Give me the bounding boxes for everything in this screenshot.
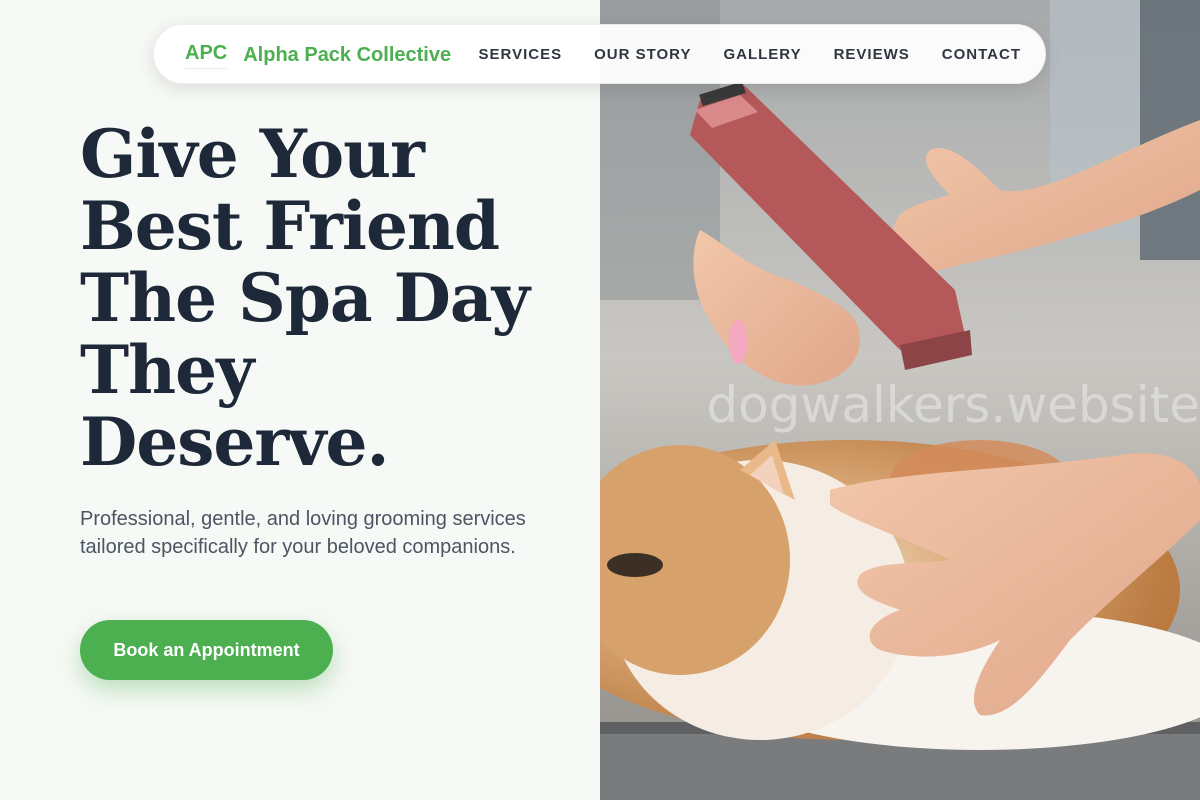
hero-image: dogwalkers.website — [600, 0, 1200, 800]
nav-link-services[interactable]: SERVICES — [479, 46, 563, 63]
nav-link-contact[interactable]: CONTACT — [942, 46, 1021, 63]
book-appointment-button[interactable]: Book an Appointment — [80, 620, 333, 680]
brand-home-link[interactable]: APC Alpha Pack Collective — [185, 25, 451, 85]
hero-title-line: They — [80, 331, 254, 409]
brand-logo: APC — [185, 42, 228, 69]
landing-page: Give Your Best Friend The Spa Day They D… — [0, 0, 1200, 800]
image-watermark: dogwalkers.website — [706, 376, 1200, 434]
hero-title-line: Give Your — [80, 115, 425, 193]
nav-link-reviews[interactable]: REVIEWS — [834, 46, 910, 63]
nav-links: SERVICES OUR STORY GALLERY REVIEWS CONTA… — [479, 25, 1021, 85]
hero-content: Give Your Best Friend The Spa Day They D… — [0, 0, 600, 800]
hero-title: Give Your Best Friend The Spa Day They D… — [80, 118, 560, 478]
hero-title-line: The Spa Day — [80, 259, 530, 337]
nav-link-our-story[interactable]: OUR STORY — [594, 46, 691, 63]
hero-title-line: Best Friend — [80, 187, 500, 265]
top-navigation: APC Alpha Pack Collective SERVICES OUR S… — [153, 24, 1046, 84]
nav-link-gallery[interactable]: GALLERY — [723, 46, 801, 63]
hero-subtitle: Professional, gentle, and loving groomin… — [80, 508, 526, 558]
brand-name: Alpha Pack Collective — [243, 43, 452, 66]
hero-title-line: Deserve. — [80, 403, 389, 481]
